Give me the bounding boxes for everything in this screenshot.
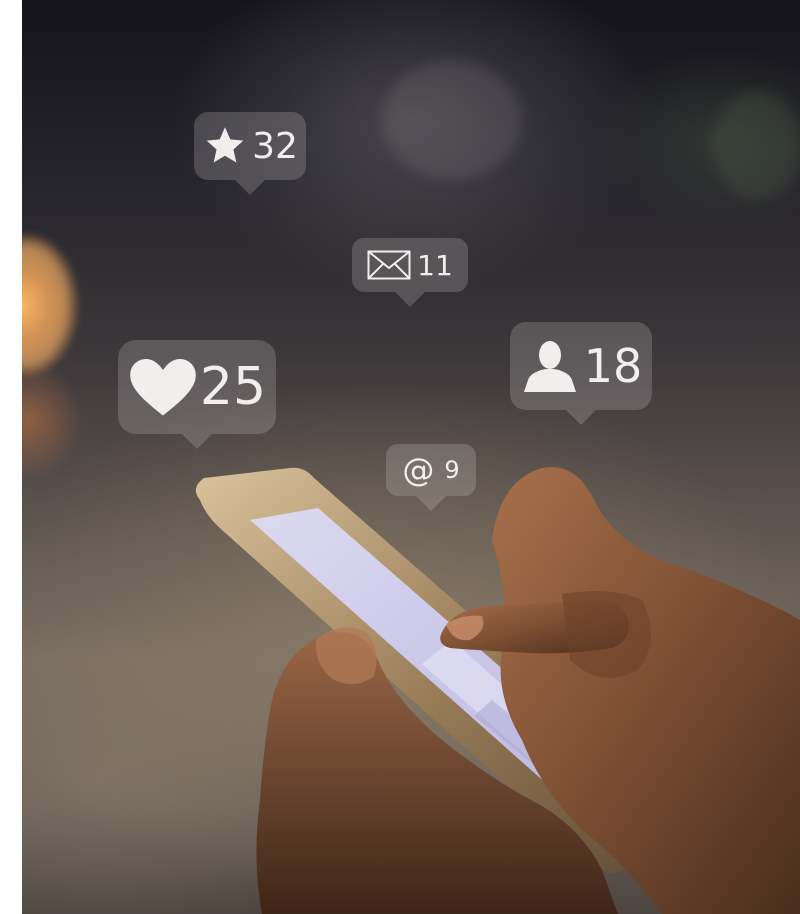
photo-scene: 32 11 25 18 @ 9	[22, 0, 800, 914]
smartphone-illustration	[195, 467, 800, 914]
